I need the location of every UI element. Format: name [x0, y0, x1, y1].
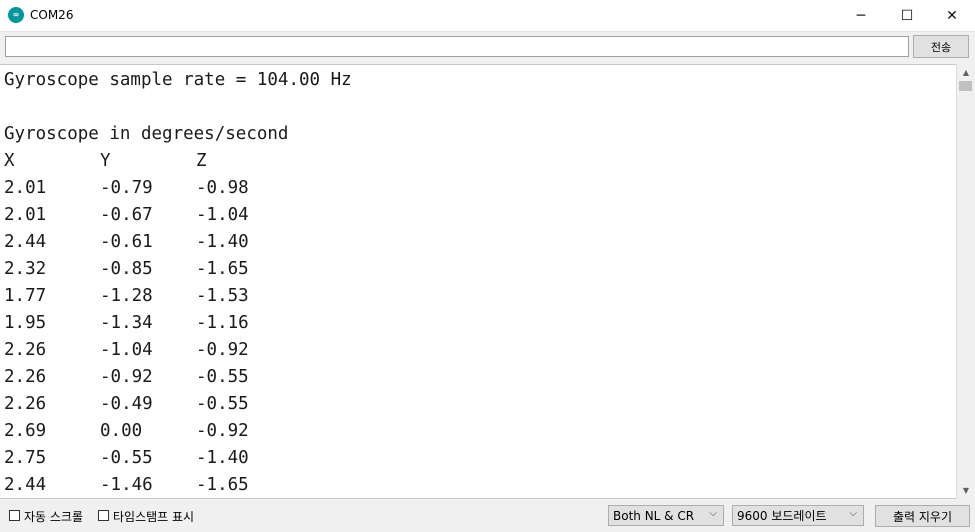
title-bar: ∞ COM26 ─ ☐ ✕: [0, 0, 975, 32]
x-value: 2.69: [4, 421, 47, 441]
timestamp-label: 타임스탬프 표시: [113, 510, 195, 524]
arduino-icon: ∞: [8, 7, 24, 23]
header-y: Y: [100, 151, 111, 171]
y-value: -0.49: [100, 394, 153, 414]
x-value: 2.26: [4, 367, 47, 387]
y-value: -0.61: [100, 232, 153, 252]
y-value: -0.55: [100, 448, 153, 468]
z-value: -1.40: [196, 448, 249, 468]
data-row: 2.01 -0.79 -0.98: [4, 175, 304, 202]
chevron-down-icon: ⌵: [709, 508, 717, 519]
z-value: -1.04: [196, 205, 249, 225]
baud-rate-value: 9600 보드레이트: [737, 509, 827, 523]
data-row: 2.69 0.00 -0.92: [4, 418, 304, 445]
z-value: -0.92: [196, 421, 249, 441]
x-value: 2.32: [4, 259, 47, 279]
y-value: -0.67: [100, 205, 153, 225]
chevron-down-icon: ⌵: [849, 508, 857, 519]
close-button[interactable]: ✕: [929, 0, 975, 31]
data-row: 2.01 -0.67 -1.04: [4, 202, 304, 229]
sample-rate-line: Gyroscope sample rate = 104.00 Hz: [4, 70, 352, 90]
data-row: 2.75 -0.55 -1.40: [4, 445, 304, 472]
data-row: 1.77 -1.28 -1.53: [4, 283, 304, 310]
z-value: -1.40: [196, 232, 249, 252]
baud-rate-select[interactable]: 9600 보드레이트 ⌵: [732, 505, 864, 526]
x-value: 2.44: [4, 475, 47, 495]
data-row: 1.95 -1.34 -1.16: [4, 310, 304, 337]
y-value: -0.79: [100, 178, 153, 198]
y-value: 0.00: [100, 421, 143, 441]
x-value: 2.44: [4, 232, 47, 252]
z-value: -0.92: [196, 340, 249, 360]
clear-output-button[interactable]: 출력 지우기: [875, 505, 970, 527]
z-value: -1.53: [196, 286, 249, 306]
z-value: -1.65: [196, 259, 249, 279]
vertical-scrollbar[interactable]: ▲ ▼: [956, 64, 975, 499]
x-value: 2.75: [4, 448, 47, 468]
y-value: -1.34: [100, 313, 153, 333]
send-input[interactable]: [5, 36, 909, 57]
data-row: 2.44 -0.61 -1.40: [4, 229, 304, 256]
line-ending-select[interactable]: Both NL & CR ⌵: [608, 505, 724, 526]
serial-output[interactable]: Gyroscope sample rate = 104.00 Hz Gyrosc…: [0, 64, 956, 499]
autoscroll-label: 자동 스크롤: [24, 510, 84, 524]
data-row: 2.44 -1.46 -1.65: [4, 472, 304, 498]
z-value: -0.98: [196, 178, 249, 198]
maximize-button[interactable]: ☐: [884, 0, 930, 31]
line-ending-value: Both NL & CR: [613, 508, 695, 523]
y-value: -0.92: [100, 367, 153, 387]
window-title: COM26: [30, 8, 74, 22]
bottom-toolbar: 자동 스크롤 타임스탬프 표시 Both NL & CR ⌵ 9600 보드레이…: [0, 500, 975, 532]
scroll-thumb[interactable]: [959, 81, 972, 91]
send-row: 전송: [0, 31, 975, 63]
gyro-heading: Gyroscope in degrees/second: [4, 124, 289, 144]
send-button[interactable]: 전송: [913, 35, 969, 58]
timestamp-checkbox[interactable]: [98, 510, 109, 521]
scroll-down-icon[interactable]: ▼: [957, 482, 975, 498]
data-row: 2.26 -1.04 -0.92: [4, 337, 304, 364]
autoscroll-checkbox[interactable]: [9, 510, 20, 521]
minimize-button[interactable]: ─: [838, 0, 884, 31]
header-x: X: [4, 151, 15, 171]
data-row: 2.26 -0.92 -0.55: [4, 364, 304, 391]
x-value: 1.95: [4, 313, 47, 333]
z-value: -0.55: [196, 367, 249, 387]
scroll-up-icon[interactable]: ▲: [957, 64, 975, 80]
y-value: -1.28: [100, 286, 153, 306]
y-value: -1.04: [100, 340, 153, 360]
data-row: 2.32 -0.85 -1.65: [4, 256, 304, 283]
z-value: -0.55: [196, 394, 249, 414]
header-z: Z: [196, 151, 207, 171]
z-value: -1.16: [196, 313, 249, 333]
data-row: 2.26 -0.49 -0.55: [4, 391, 304, 418]
x-value: 2.01: [4, 205, 47, 225]
x-value: 2.26: [4, 394, 47, 414]
x-value: 2.01: [4, 178, 47, 198]
y-value: -1.46: [100, 475, 153, 495]
x-value: 1.77: [4, 286, 47, 306]
z-value: -1.65: [196, 475, 249, 495]
y-value: -0.85: [100, 259, 153, 279]
x-value: 2.26: [4, 340, 47, 360]
header-row: X Y Z: [4, 148, 304, 175]
